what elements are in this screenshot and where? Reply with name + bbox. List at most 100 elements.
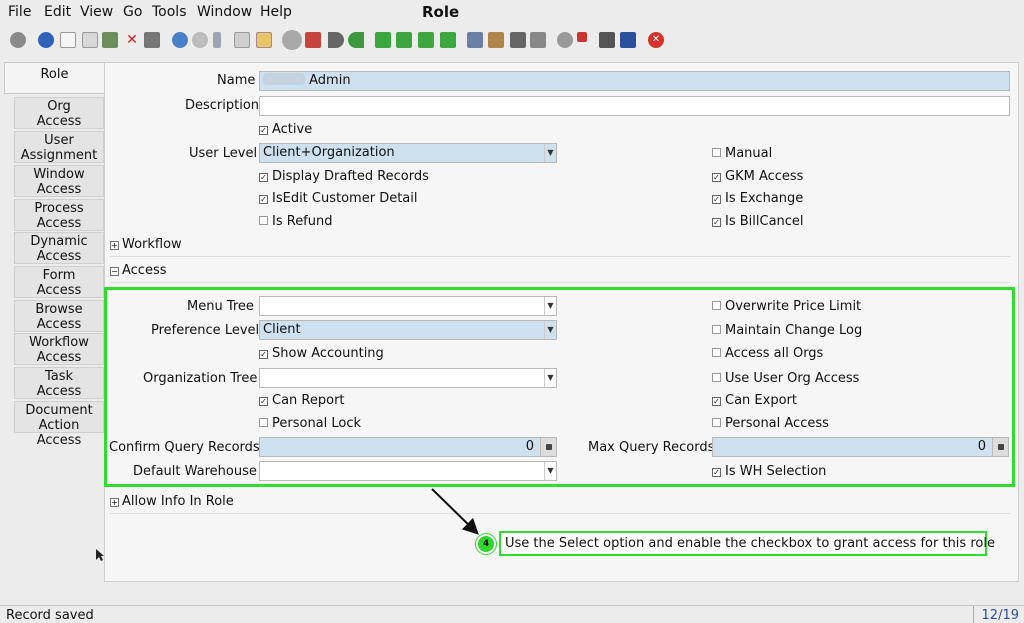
isedit-customer-detail-checkbox[interactable]: ✓ IsEdit Customer Detail — [259, 191, 418, 206]
zoom-icon[interactable] — [557, 32, 573, 48]
print-preview-icon[interactable] — [144, 32, 160, 48]
is-wh-selection-checkbox[interactable]: ✓ Is WH Selection — [712, 464, 826, 479]
confirm-query-records-field[interactable]: 0 — [259, 437, 557, 457]
chat-icon[interactable] — [234, 32, 250, 48]
workflow-icon[interactable] — [577, 32, 587, 42]
organization-tree-select[interactable]: ▼ — [259, 368, 557, 388]
overwrite-price-limit-checkbox[interactable]: Overwrite Price Limit — [712, 299, 861, 314]
tab-process-access[interactable]: Process Access — [14, 199, 104, 231]
calculator-icon[interactable] — [540, 438, 556, 456]
history-icon[interactable] — [256, 32, 272, 48]
user-level-label: User Level — [189, 146, 258, 161]
report-icon[interactable] — [467, 32, 483, 48]
personal-access-checkbox[interactable]: Personal Access — [712, 416, 829, 431]
product-icon[interactable] — [599, 32, 615, 48]
is-refund-checkbox[interactable]: Is Refund — [259, 214, 333, 229]
max-query-records-label: Max Query Records — [588, 440, 715, 455]
tab-document-action-access[interactable]: Document Action Access — [14, 401, 104, 448]
annotation-callout: Use the Select option and enable the che… — [499, 531, 995, 556]
menu-edit[interactable]: Edit — [44, 4, 71, 20]
chevron-down-icon: ▼ — [544, 369, 556, 387]
tab-form-access[interactable]: Form Access — [14, 266, 104, 298]
chevron-down-icon: ▼ — [544, 321, 556, 339]
default-warehouse-label: Default Warehouse — [133, 464, 257, 479]
display-drafted-records-checkbox[interactable]: ✓ Display Drafted Records — [259, 169, 429, 184]
menu-go[interactable]: Go — [123, 4, 142, 20]
mouse-cursor-icon — [96, 549, 104, 561]
attachment-icon[interactable] — [213, 32, 221, 48]
maintain-change-log-checkbox[interactable]: Maintain Change Log — [712, 323, 862, 338]
show-accounting-checkbox[interactable]: ✓ Show Accounting — [259, 346, 384, 361]
parent-icon[interactable] — [282, 30, 302, 50]
status-message: Record saved — [6, 608, 94, 623]
copy-icon[interactable] — [82, 32, 98, 48]
request-icon[interactable] — [620, 32, 636, 48]
exit-icon[interactable]: ✕ — [648, 32, 664, 48]
tab-workflow-access[interactable]: Workflow Access — [14, 333, 104, 365]
print-icon[interactable] — [510, 32, 526, 48]
chevron-down-icon: ▼ — [544, 297, 556, 315]
help-icon[interactable] — [38, 32, 54, 48]
next-icon[interactable] — [418, 32, 434, 48]
tab-user-assignment[interactable]: User Assignment — [14, 131, 104, 163]
menu-bar: File Edit View Go Tools Window Help Role — [0, 0, 1024, 24]
previous-icon[interactable] — [396, 32, 412, 48]
description-label: Description — [185, 98, 260, 113]
tab-dynamic-access[interactable]: Dynamic Access — [14, 232, 104, 264]
refresh-icon[interactable] — [172, 32, 188, 48]
user-level-select[interactable]: Client+Organization ▼ — [259, 143, 557, 163]
can-export-checkbox[interactable]: ✓ Can Export — [712, 393, 797, 408]
record-count[interactable]: 12/19 — [973, 606, 1023, 623]
expand-icon: + — [110, 241, 119, 250]
forward-icon[interactable] — [348, 32, 364, 48]
active-checkbox[interactable]: ✓ Active — [259, 122, 312, 137]
tab-window-access[interactable]: Window Access — [14, 165, 104, 197]
is-billcancel-checkbox[interactable]: ✓ Is BillCancel — [712, 214, 804, 229]
max-query-records-field[interactable]: 0 — [712, 437, 1009, 457]
menu-tree-select[interactable]: ▼ — [259, 296, 557, 316]
menu-file[interactable]: File — [8, 4, 31, 20]
tab-org-access[interactable]: Org Access — [14, 97, 104, 129]
first-icon[interactable] — [375, 32, 391, 48]
section-workflow[interactable]: + Workflow — [110, 237, 1010, 257]
last-icon[interactable] — [440, 32, 456, 48]
manual-checkbox[interactable]: Manual — [712, 146, 772, 161]
home-icon[interactable] — [305, 32, 321, 48]
access-all-orgs-checkbox[interactable]: Access all Orgs — [712, 346, 823, 361]
save-icon[interactable] — [102, 32, 118, 48]
access-highlight-box — [104, 287, 1015, 487]
default-warehouse-select[interactable]: ▼ — [259, 461, 557, 481]
menu-tools[interactable]: Tools — [152, 4, 187, 20]
menu-window[interactable]: Window — [197, 4, 252, 20]
collapse-icon: − — [110, 267, 119, 276]
new-icon[interactable] — [60, 32, 76, 48]
chevron-down-icon: ▼ — [544, 144, 556, 162]
delete-icon[interactable]: ✕ — [124, 32, 140, 48]
organization-tree-label: Organization Tree — [143, 371, 258, 386]
print-all-icon[interactable] — [530, 32, 546, 48]
description-field[interactable] — [259, 96, 1010, 116]
preference-level-label: Preference Level — [151, 323, 260, 338]
name-field[interactable]: Admin — [259, 71, 1010, 91]
tab-browse-access[interactable]: Browse Access — [14, 300, 104, 332]
menu-help[interactable]: Help — [260, 4, 292, 20]
use-user-org-access-checkbox[interactable]: Use User Org Access — [712, 371, 859, 386]
calculator-icon[interactable] — [992, 438, 1008, 456]
can-report-checkbox[interactable]: ✓ Can Report — [259, 393, 345, 408]
personal-lock-checkbox[interactable]: Personal Lock — [259, 416, 361, 431]
undo-icon[interactable] — [10, 32, 26, 48]
preference-level-select[interactable]: Client ▼ — [259, 320, 557, 340]
gkm-access-checkbox[interactable]: ✓ GKM Access — [712, 169, 803, 184]
is-exchange-checkbox[interactable]: ✓ Is Exchange — [712, 191, 803, 206]
back-icon[interactable] — [328, 32, 344, 48]
window-title: Role — [422, 3, 460, 21]
menu-view[interactable]: View — [80, 4, 113, 20]
section-access[interactable]: − Access — [110, 263, 1010, 283]
find-icon[interactable] — [192, 32, 208, 48]
archive-icon[interactable] — [488, 32, 504, 48]
tab-task-access[interactable]: Task Access — [14, 367, 104, 399]
confirm-query-records-label: Confirm Query Records — [109, 440, 260, 455]
section-allow-info-in-role[interactable]: + Allow Info In Role — [110, 494, 1010, 514]
tab-role[interactable]: Role — [4, 62, 104, 94]
step-badge: 4 — [476, 534, 496, 554]
